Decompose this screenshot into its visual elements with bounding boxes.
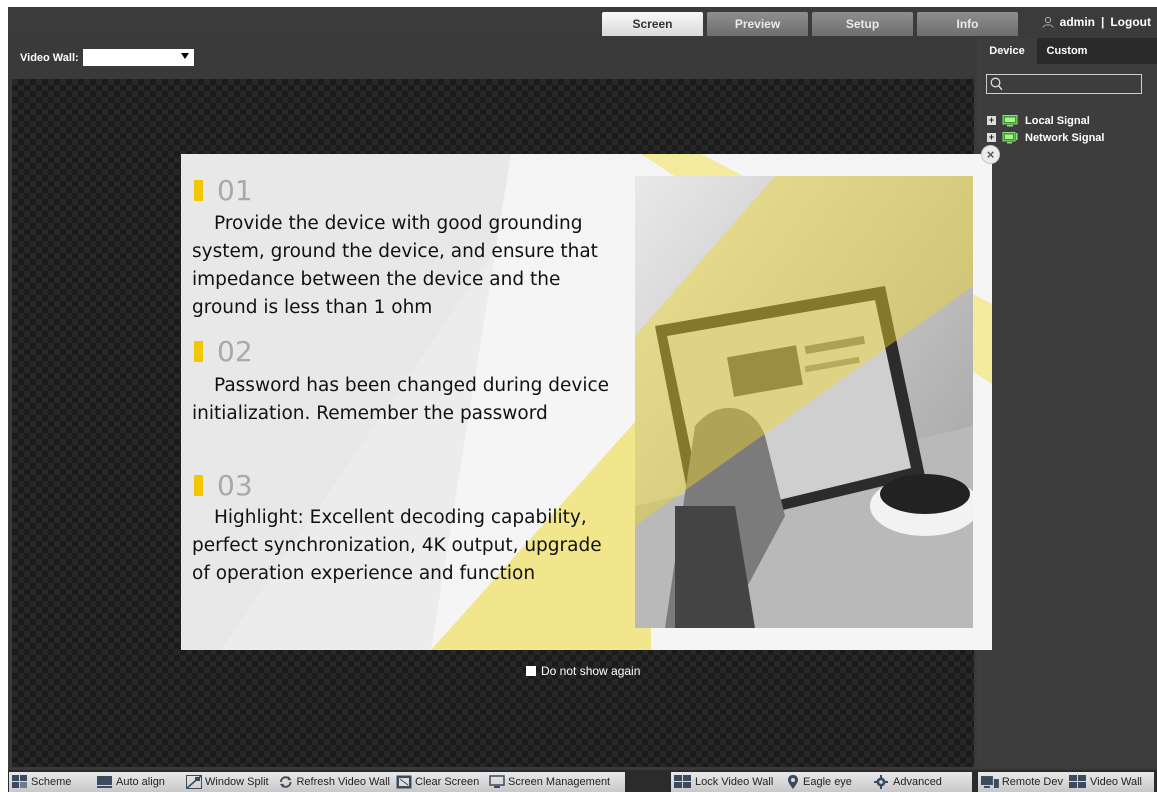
tip-number: 01 xyxy=(217,174,253,207)
video-wall-button[interactable]: Video Wall xyxy=(1066,772,1145,792)
right-panel: Device Custom + Local Signal + Network S… xyxy=(977,38,1157,767)
expand-icon[interactable]: + xyxy=(987,116,996,125)
device-search-input[interactable] xyxy=(1005,76,1139,92)
window-split-button[interactable]: Window Split xyxy=(183,772,275,792)
tree-item-label: Local Signal xyxy=(1025,114,1090,127)
button-label: Advanced xyxy=(893,776,942,788)
tablet-photo-image xyxy=(635,176,973,628)
dont-show-again-label: Do not show again xyxy=(541,664,641,678)
refresh-icon xyxy=(279,776,292,788)
button-label: Window Split xyxy=(205,776,269,788)
modal-close-button[interactable]: × xyxy=(981,145,1000,164)
expand-icon[interactable]: + xyxy=(987,133,996,142)
clear-screen-button[interactable]: Clear Screen xyxy=(393,772,486,792)
toolbar-left-group: Scheme Auto align Window Split Refresh V… xyxy=(9,772,625,792)
video-wall-row: Video Wall: xyxy=(20,49,194,66)
tab-info[interactable]: Info xyxy=(917,12,1018,36)
toolbar-middle-group: Lock Video Wall Eagle eye Advanced xyxy=(671,772,972,792)
search-icon xyxy=(990,77,1003,91)
tip-2-text: Password has been changed during device … xyxy=(192,375,610,424)
tree-item-label: Network Signal xyxy=(1025,131,1105,144)
auto-align-icon xyxy=(97,776,112,788)
button-label: Remote Dev xyxy=(1001,776,1063,788)
main-tabs: Screen Preview Setup Info xyxy=(602,12,1022,36)
network-monitor-icon xyxy=(1002,131,1018,143)
tip-bullet-bar xyxy=(194,475,203,496)
tips-modal: 01 Provide the device with good groundin… xyxy=(181,154,992,650)
video-wall-label: Video Wall: xyxy=(20,51,79,64)
logout-link[interactable]: Logout xyxy=(1110,15,1151,29)
remote-device-icon xyxy=(981,776,999,788)
gear-icon xyxy=(874,775,888,789)
tab-setup[interactable]: Setup xyxy=(812,12,913,36)
button-label: Auto align xyxy=(116,776,165,788)
tip-3-number: 03 xyxy=(181,469,253,502)
screen-management-icon xyxy=(489,775,505,788)
signal-tree: + Local Signal + Network Signal xyxy=(987,112,1104,146)
bottom-toolbar: Scheme Auto align Window Split Refresh V… xyxy=(8,770,1157,792)
tip-1-number: 01 xyxy=(181,174,253,207)
remote-device-button[interactable]: Remote Dev xyxy=(978,772,1066,792)
screen-management-button[interactable]: Screen Management xyxy=(486,772,613,792)
lock-wall-icon xyxy=(674,775,691,788)
tip-number: 03 xyxy=(217,469,253,502)
tip-3-text: Highlight: Excellent decoding capability… xyxy=(192,507,602,584)
button-label: Lock Video Wall xyxy=(695,776,774,788)
location-pin-icon xyxy=(788,775,798,789)
monitor-icon xyxy=(1002,114,1018,126)
tab-device[interactable]: Device xyxy=(977,38,1037,64)
auto-align-button[interactable]: Auto align xyxy=(94,772,183,792)
video-wall-select[interactable] xyxy=(82,49,194,66)
tip-bullet-bar xyxy=(194,341,203,362)
right-panel-tabs: Device Custom xyxy=(977,38,1157,64)
tip-bullet-bar xyxy=(194,180,203,201)
advanced-button[interactable]: Advanced xyxy=(869,772,945,792)
tab-preview[interactable]: Preview xyxy=(707,12,808,36)
button-label: Video Wall xyxy=(1090,776,1142,788)
tree-item-local-signal[interactable]: + Local Signal xyxy=(987,112,1104,129)
dont-show-again-checkbox[interactable] xyxy=(526,666,536,676)
scheme-icon xyxy=(12,775,27,788)
scheme-button[interactable]: Scheme xyxy=(9,772,94,792)
refresh-video-wall-button[interactable]: Refresh Video Wall xyxy=(275,772,393,792)
user-separator: | xyxy=(1100,15,1105,29)
tip-2-number: 02 xyxy=(181,335,253,368)
lock-video-wall-button[interactable]: Lock Video Wall xyxy=(671,772,783,792)
user-icon xyxy=(1042,16,1054,28)
button-label: Refresh Video Wall xyxy=(296,776,390,788)
button-label: Screen Management xyxy=(508,776,611,788)
eagle-eye-button[interactable]: Eagle eye xyxy=(783,772,869,792)
video-wall-icon xyxy=(1069,775,1086,788)
tab-custom[interactable]: Custom xyxy=(1037,38,1097,64)
toolbar-right-group: Remote Dev Video Wall xyxy=(978,772,1154,792)
device-search xyxy=(986,74,1142,94)
dropdown-caret-icon xyxy=(180,53,189,59)
button-label: Eagle eye xyxy=(803,776,852,788)
tab-screen[interactable]: Screen xyxy=(602,12,703,36)
app-window: Screen Preview Setup Info admin | Logout… xyxy=(8,7,1157,792)
tip-number: 02 xyxy=(217,335,253,368)
dont-show-again-option[interactable]: Do not show again xyxy=(526,664,640,678)
tree-item-network-signal[interactable]: + Network Signal xyxy=(987,129,1104,146)
top-bar: Screen Preview Setup Info admin | Logout xyxy=(8,7,1157,38)
username: admin xyxy=(1059,15,1095,29)
button-label: Scheme xyxy=(31,776,72,788)
user-box: admin | Logout xyxy=(1042,15,1151,29)
button-label: Clear Screen xyxy=(415,776,480,788)
clear-screen-icon xyxy=(396,775,412,789)
window-split-icon xyxy=(186,775,202,789)
tip-1-text: Provide the device with good grounding s… xyxy=(192,213,598,318)
